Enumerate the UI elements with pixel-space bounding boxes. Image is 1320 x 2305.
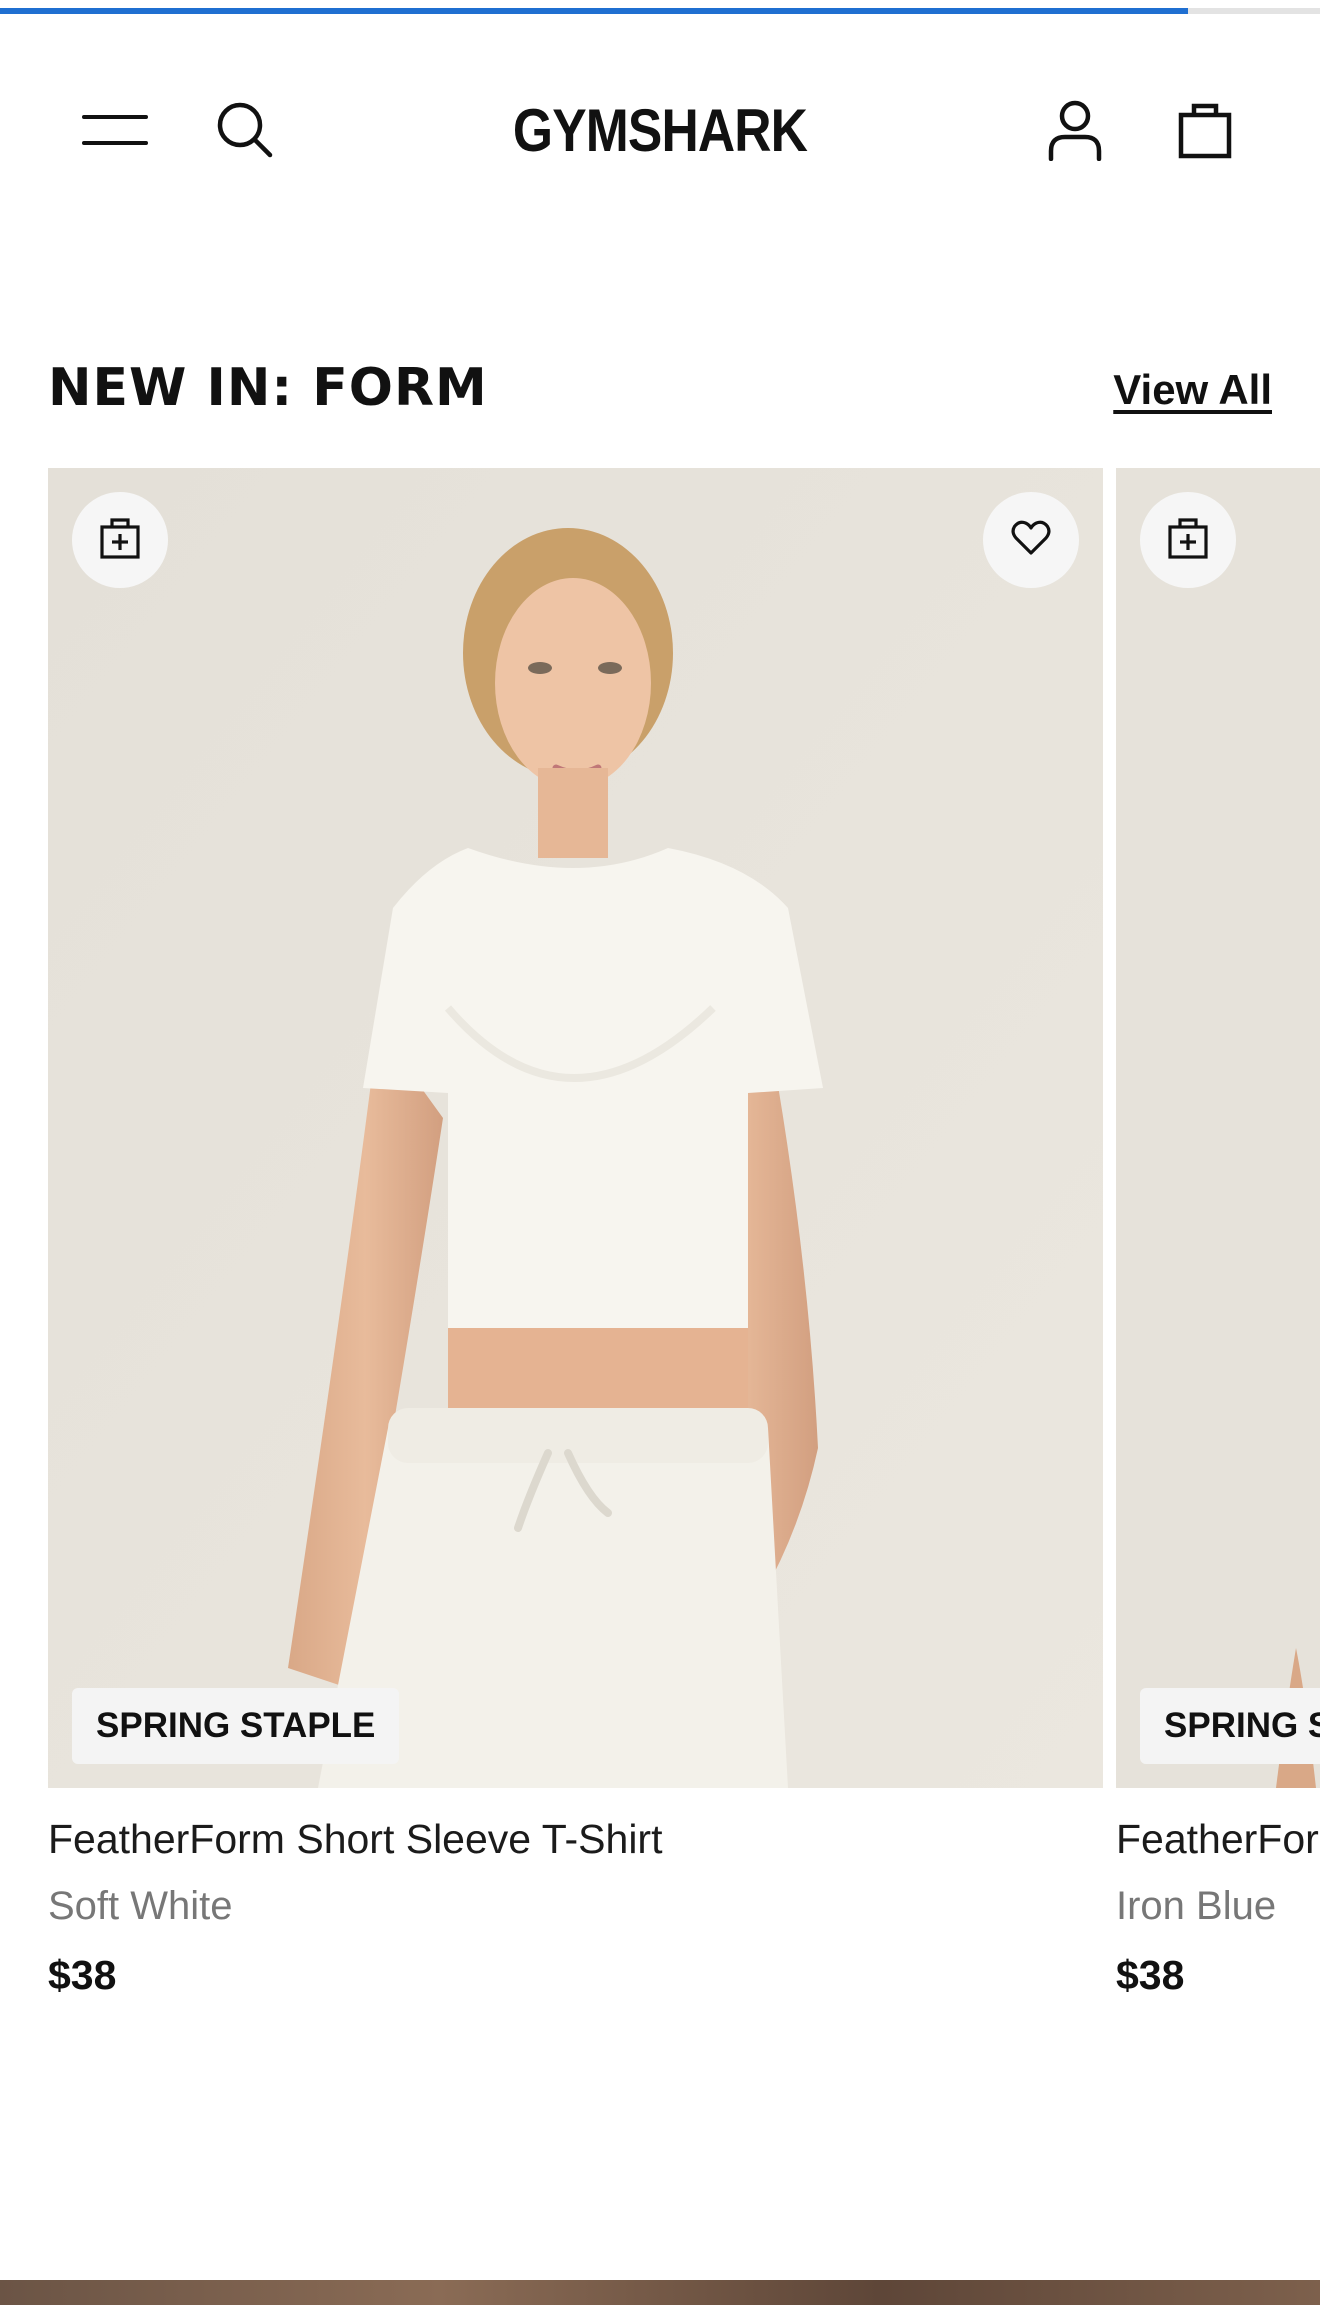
search-icon [216, 101, 274, 159]
heart-icon [1011, 520, 1051, 561]
product-color: Iron Blue [1116, 1884, 1277, 1928]
wishlist-button[interactable] [983, 492, 1079, 588]
account-button[interactable] [1030, 85, 1120, 175]
product-photo [48, 468, 1103, 1788]
product-price: $38 [1116, 1952, 1185, 1998]
product-image[interactable]: SPRING STAPLE [48, 468, 1103, 1788]
search-button[interactable] [200, 85, 290, 175]
product-color: Soft White [48, 1884, 233, 1928]
product-carousel[interactable]: SPRING STAPLE FeatherForm Short Sleeve T… [0, 468, 1320, 2028]
hamburger-menu-icon [82, 113, 148, 147]
bag-button[interactable] [1160, 85, 1250, 175]
product-name[interactable]: FeatherFor [1116, 1816, 1320, 1863]
product-image[interactable]: SPRING S [1116, 468, 1320, 1788]
site-header: GYMSHARK [0, 60, 1320, 200]
product-card[interactable]: SPRING S FeatherFor Iron Blue $38 [1116, 468, 1320, 2028]
section-header: NEW IN: FORM View All [48, 350, 1272, 430]
quick-add-button[interactable] [72, 492, 168, 588]
product-badge: SPRING S [1140, 1688, 1320, 1764]
product-badge: SPRING STAPLE [72, 1688, 400, 1764]
bag-plus-icon [99, 516, 141, 565]
account-icon [1047, 99, 1103, 161]
section-title: NEW IN: FORM [48, 358, 488, 418]
product-card[interactable]: SPRING STAPLE FeatherForm Short Sleeve T… [48, 468, 1103, 2028]
next-section-banner[interactable] [0, 2280, 1320, 2305]
bag-plus-icon [1167, 516, 1209, 565]
product-price: $38 [48, 1952, 117, 1998]
page: GYMSHARK NEW IN: FORM View All SPRING ST… [0, 0, 1320, 2305]
product-name[interactable]: FeatherForm Short Sleeve T-Shirt [48, 1816, 1103, 1863]
menu-button[interactable] [70, 85, 160, 175]
gymshark-logo[interactable]: GYMSHARK [488, 90, 832, 170]
quick-add-button[interactable] [1140, 492, 1236, 588]
progress-fill [0, 8, 1188, 14]
page-load-progress [0, 8, 1320, 14]
view-all-link[interactable]: View All [1113, 366, 1272, 414]
shopping-bag-icon [1178, 101, 1232, 159]
product-photo [1116, 468, 1320, 1788]
